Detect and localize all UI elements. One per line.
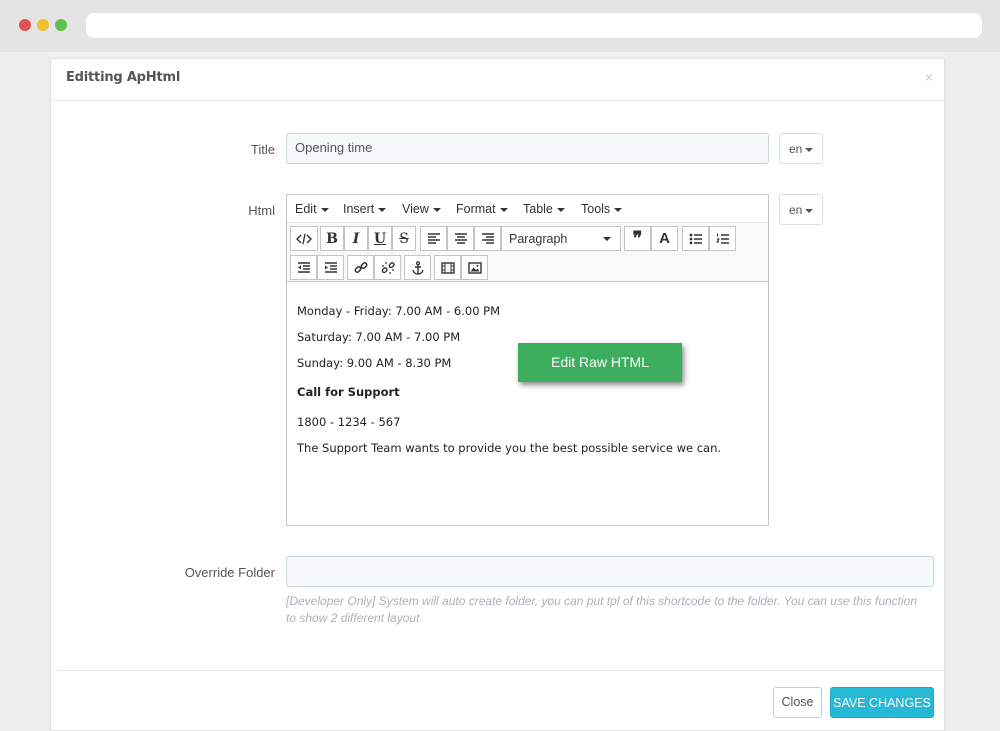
close-icon[interactable]: × xyxy=(925,69,933,85)
modal-header: Editting ApHtml × xyxy=(51,59,944,101)
menu-insert[interactable]: Insert xyxy=(343,202,387,216)
menu-edit[interactable]: Edit xyxy=(295,202,329,216)
indent-icon[interactable] xyxy=(317,255,344,280)
editor-menubar: Edit Insert View Format Table Tools xyxy=(287,195,768,223)
caret-down-icon xyxy=(320,207,329,212)
close-button[interactable]: Close xyxy=(773,687,822,718)
content-line: Monday - Friday: 7.00 AM - 6.00 PM xyxy=(297,304,501,318)
content-line: 1800 - 1234 - 567 xyxy=(297,415,401,429)
bold-icon[interactable]: B xyxy=(320,226,344,251)
format-select[interactable]: Paragraph xyxy=(501,226,621,251)
strikethrough-icon[interactable]: S xyxy=(392,226,416,251)
caret-down-icon xyxy=(805,147,814,152)
editor-content[interactable]: Monday - Friday: 7.00 AM - 6.00 PM Satur… xyxy=(287,283,768,525)
modal-title: Editting ApHtml xyxy=(66,70,181,85)
language-label: en xyxy=(789,203,803,217)
menu-table[interactable]: Table xyxy=(523,202,565,216)
minimize-window-dot[interactable] xyxy=(37,19,49,31)
title-language-dropdown[interactable]: en xyxy=(779,133,823,164)
html-label: Html xyxy=(248,203,275,218)
editor-toolbar: B I U S Paragraph ❞ A xyxy=(287,223,768,282)
menu-format[interactable]: Format xyxy=(456,202,508,216)
menu-view[interactable]: View xyxy=(402,202,441,216)
underline-icon[interactable]: U xyxy=(368,226,392,251)
title-label: Title xyxy=(250,142,275,157)
address-bar[interactable] xyxy=(86,13,982,38)
blockquote-icon[interactable]: ❞ xyxy=(624,226,651,251)
outdent-icon[interactable] xyxy=(290,255,317,280)
content-heading: Call for Support xyxy=(297,385,400,399)
close-window-dot[interactable] xyxy=(19,19,31,31)
language-label: en xyxy=(789,142,803,156)
image-icon[interactable] xyxy=(461,255,488,280)
html-language-dropdown[interactable]: en xyxy=(779,194,823,225)
anchor-icon[interactable] xyxy=(404,255,431,280)
edit-raw-html-button[interactable]: Edit Raw HTML xyxy=(518,343,682,382)
caret-down-icon xyxy=(556,207,565,212)
code-icon[interactable] xyxy=(290,226,318,251)
content-line: The Support Team wants to provide you th… xyxy=(297,441,722,455)
caret-down-icon xyxy=(805,208,814,213)
unlink-icon[interactable] xyxy=(374,255,401,280)
title-input[interactable]: Opening time xyxy=(286,133,769,164)
link-icon[interactable] xyxy=(347,255,374,280)
override-help-text: [Developer Only] System will auto create… xyxy=(286,594,918,625)
footer-divider xyxy=(57,670,946,671)
override-folder-label: Override Folder xyxy=(184,565,275,580)
edit-modal: Editting ApHtml × Title Opening time en … xyxy=(50,58,946,731)
caret-down-icon xyxy=(378,207,387,212)
numbered-list-icon[interactable] xyxy=(709,226,736,251)
caret-down-icon xyxy=(499,207,508,212)
maximize-window-dot[interactable] xyxy=(55,19,67,31)
align-right-icon[interactable] xyxy=(474,226,501,251)
browser-chrome xyxy=(0,0,1000,52)
text-color-icon[interactable]: A xyxy=(651,226,678,251)
media-icon[interactable] xyxy=(434,255,461,280)
align-left-icon[interactable] xyxy=(420,226,447,251)
italic-icon[interactable]: I xyxy=(344,226,368,251)
caret-down-icon xyxy=(603,237,611,241)
save-changes-button[interactable]: SAVE CHANGES xyxy=(830,687,934,718)
align-center-icon[interactable] xyxy=(447,226,474,251)
caret-down-icon xyxy=(614,207,623,212)
override-folder-input[interactable] xyxy=(286,556,934,587)
bullet-list-icon[interactable] xyxy=(682,226,709,251)
content-line: Saturday: 7.00 AM - 7.00 PM xyxy=(297,330,461,344)
caret-down-icon xyxy=(432,207,441,212)
menu-tools[interactable]: Tools xyxy=(581,202,623,216)
content-line: Sunday: 9.00 AM - 8.30 PM xyxy=(297,356,452,370)
